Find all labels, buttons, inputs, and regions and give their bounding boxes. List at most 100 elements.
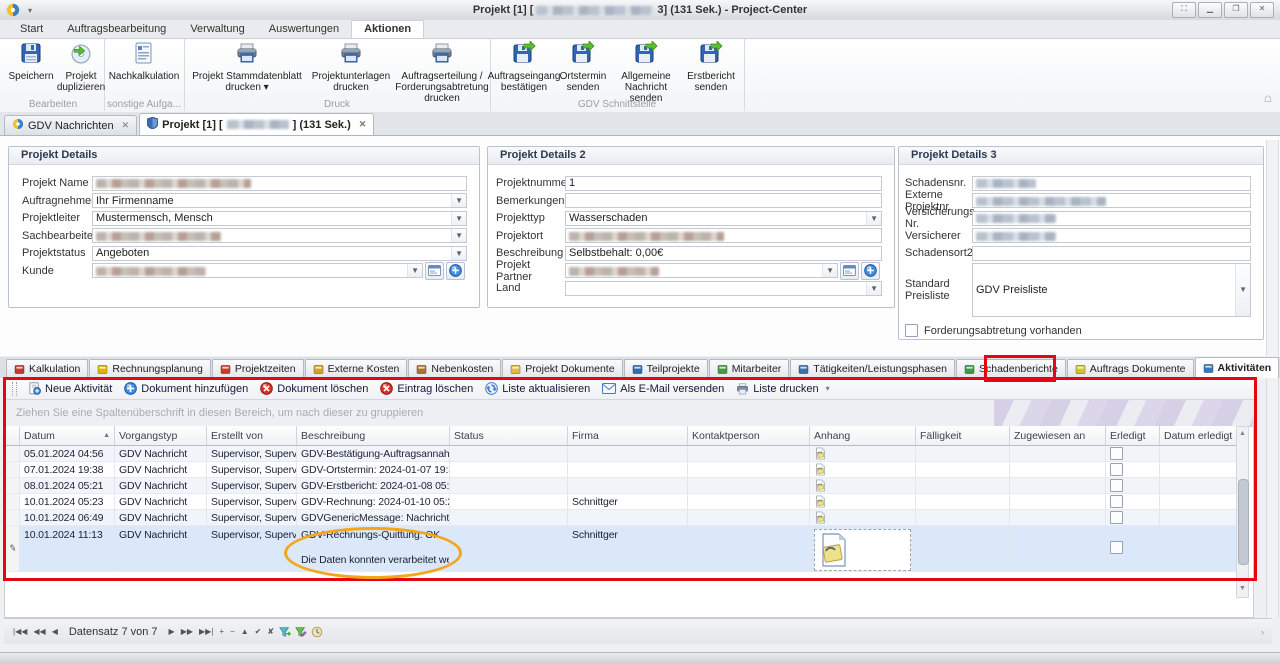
close-tab-icon[interactable]: ✕ (359, 119, 367, 130)
scroll-down-icon[interactable]: ▼ (1239, 585, 1246, 592)
chevron-down-icon[interactable]: ▼ (451, 229, 466, 242)
chevron-down-icon[interactable]: ▼ (822, 264, 837, 277)
erledigt-checkbox[interactable] (1110, 463, 1123, 476)
ribbon-button[interactable]: Speichern (6, 41, 56, 99)
toolbar-button-liste-drucken[interactable]: Liste drucken ▾ (731, 382, 834, 396)
column-header-beschreibung[interactable]: Beschreibung (297, 426, 450, 446)
page-scrollbar[interactable] (1266, 140, 1279, 618)
bottom-tab-rechnungsplanung[interactable]: Rechnungsplanung (89, 359, 211, 378)
toolbar-button-dokument-hinzuf-gen[interactable]: Dokument hinzufügen (119, 381, 253, 396)
erledigt-checkbox[interactable] (1110, 495, 1123, 508)
history-icon[interactable] (311, 626, 323, 638)
table-row[interactable]: 07.01.2024 19:38 GDV Nachricht Supervisor,… (6, 462, 1238, 478)
column-header-firma[interactable]: Firma (568, 426, 688, 446)
scroll-up-icon[interactable]: ▲ (1239, 430, 1246, 437)
ribbon-button[interactable]: Nachkalkulation (106, 41, 182, 99)
ribbon-tab-aktionen[interactable]: Aktionen (351, 20, 425, 38)
nav-prev-button[interactable]: ◀ (49, 625, 61, 638)
field-input-projektnummer[interactable]: 1 (565, 175, 882, 191)
field-input-beschreibung[interactable]: Selbstbehalt: 0,00€ (565, 245, 882, 261)
table-row[interactable]: 08.01.2024 05:21 GDV Nachricht Supervisor,… (6, 478, 1238, 494)
ribbon-button[interactable]: Auftragseingang bestätigen (488, 40, 560, 99)
erledigt-checkbox[interactable] (1110, 511, 1123, 524)
toolbar-drag-handle[interactable] (12, 381, 17, 396)
field-input-projektleiter[interactable]: Mustermensch, Mensch ▼ (92, 210, 467, 226)
bottom-tab-schadenberichte[interactable]: Schadenberichte (955, 359, 1066, 378)
filter-icon[interactable] (279, 626, 292, 638)
close-tab-icon[interactable]: ✕ (122, 120, 130, 131)
toolbar-button-neue-aktivit-t[interactable]: Neue Aktivität (23, 381, 117, 396)
bottom-tab-projekt-dokumente[interactable]: Projekt Dokumente (502, 359, 623, 378)
chevron-down-icon[interactable]: ▼ (866, 281, 881, 295)
nav-prev-button[interactable]: ◀◀ (30, 625, 48, 638)
field-input-projekttyp[interactable]: Wasserschaden ▼ (565, 210, 882, 226)
field-input-projektort[interactable] (565, 228, 882, 243)
chevron-down-icon[interactable]: ▼ (451, 194, 466, 207)
nav-button[interactable]: ✔ (252, 625, 265, 638)
ribbon-button[interactable]: Ortstermin senden (556, 40, 610, 99)
document-tab-projekt[interactable]: Projekt [1] [] (131 Sek.) ✕ (139, 113, 375, 135)
bottom-tab-externe-kosten[interactable]: Externe Kosten (304, 359, 408, 378)
field-input-auftragnehmer[interactable]: Ihr Firmenname ▼ (92, 193, 467, 208)
table-row[interactable]: 05.01.2024 04:56 GDV Nachricht Supervisor,… (6, 446, 1238, 462)
field-input-projekt-partner[interactable]: ▼ (565, 263, 838, 278)
ribbon-button[interactable]: Erstbericht senden (682, 40, 740, 99)
bottom-tab-projektzeiten[interactable]: Projektzeiten (211, 359, 304, 378)
nav-button[interactable]: ▲ (238, 625, 252, 638)
column-header-status[interactable]: Status (450, 426, 568, 446)
nav-button[interactable]: + (216, 625, 227, 638)
nav-button[interactable]: ▶▶ (178, 625, 196, 638)
field-input-land[interactable]: ▼ (565, 280, 882, 296)
attachment-icon[interactable] (814, 463, 826, 476)
bottom-tab-mitarbeiter[interactable]: Mitarbeiter (708, 359, 790, 378)
nav-scroll-right-icon[interactable]: › (1261, 627, 1264, 637)
field-input-externe-projektnr-[interactable] (972, 193, 1251, 208)
column-header-kontaktperson[interactable]: Kontaktperson (688, 426, 810, 446)
nav-button[interactable]: − (227, 625, 238, 638)
column-header-vorgangstyp[interactable]: Vorgangstyp (115, 426, 207, 446)
bottom-tab-t-tigkeiten-leistungsphasen[interactable]: Tätigkeiten/Leistungsphasen (790, 359, 955, 378)
column-header-zugewiesen-an[interactable]: Zugewiesen an (1010, 426, 1106, 446)
add-record-button[interactable] (446, 261, 465, 280)
toolbar-button-dokument-l-schen[interactable]: Dokument löschen (255, 381, 373, 396)
fullscreen-button[interactable]: ⛶ (1172, 2, 1196, 18)
table-row-selected[interactable]: ✎ 10.01.2024 11:13 GDV Nachricht Supervisor… (6, 526, 1238, 572)
attachment-icon[interactable] (814, 447, 826, 460)
ribbon-tab-verwaltung[interactable]: Verwaltung (178, 21, 256, 38)
restore-button[interactable]: ❐ (1224, 2, 1248, 18)
field-input-versicherungs-nr-[interactable] (972, 210, 1251, 226)
document-tab-gdv-nachrichten[interactable]: GDV Nachrichten ✕ (4, 115, 138, 135)
erledigt-checkbox[interactable] (1110, 447, 1123, 460)
field-input-projekt-name[interactable] (92, 175, 467, 191)
group-by-area[interactable]: Ziehen Sie eine Spaltenüberschrift in di… (4, 400, 1254, 427)
column-header-datum[interactable]: Datum ▲ (20, 426, 115, 446)
ribbon-button[interactable]: Auftragserteilung / Forderungsabtretung … (395, 41, 489, 104)
chevron-down-icon[interactable]: ▼ (451, 246, 466, 260)
nav-button[interactable]: ✘ (264, 625, 277, 638)
bottom-tab-kalkulation[interactable]: Kalkulation (6, 359, 89, 378)
minimize-button[interactable]: ▁ (1198, 2, 1222, 18)
column-header-anhang[interactable]: Anhang (810, 426, 916, 446)
erledigt-checkbox[interactable] (1110, 479, 1123, 492)
field-input-schadensort2[interactable] (972, 245, 1251, 261)
ribbon-tab-start[interactable]: Start (8, 21, 55, 38)
column-header-erledigt[interactable]: Erledigt (1106, 426, 1160, 446)
field-input-versicherer[interactable] (972, 228, 1251, 243)
bottom-tab-teilprojekte[interactable]: Teilprojekte (623, 359, 708, 378)
bottom-tab-nebenkosten[interactable]: Nebenkosten (408, 359, 502, 378)
lookup-open-button[interactable] (425, 261, 444, 280)
scrollbar-thumb[interactable] (1238, 479, 1249, 565)
table-row[interactable]: 10.01.2024 05:23 GDV Nachricht Supervisor,… (6, 494, 1238, 510)
toolbar-button-liste-aktualisieren[interactable]: Liste aktualisieren (480, 381, 595, 396)
ribbon-button[interactable]: Projekt Stammdatenblatt drucken ▾ (188, 41, 306, 99)
attachment-preview-box[interactable] (814, 529, 911, 571)
edit-filter-icon[interactable] (295, 626, 307, 638)
bottom-tab-auftrags-dokumente[interactable]: Auftrags Dokumente (1066, 359, 1194, 378)
column-header-erstellt-von[interactable]: Erstellt von (207, 426, 297, 446)
chevron-down-icon[interactable]: ▼ (866, 211, 881, 225)
attachment-icon[interactable] (814, 479, 826, 492)
grid-vertical-scrollbar[interactable]: ▲ ▼ (1236, 426, 1249, 598)
forderungsabtretung-checkbox[interactable] (905, 324, 918, 337)
field-input-projektstatus[interactable]: Angeboten ▼ (92, 245, 467, 261)
chevron-down-icon[interactable]: ▾ (826, 384, 830, 393)
